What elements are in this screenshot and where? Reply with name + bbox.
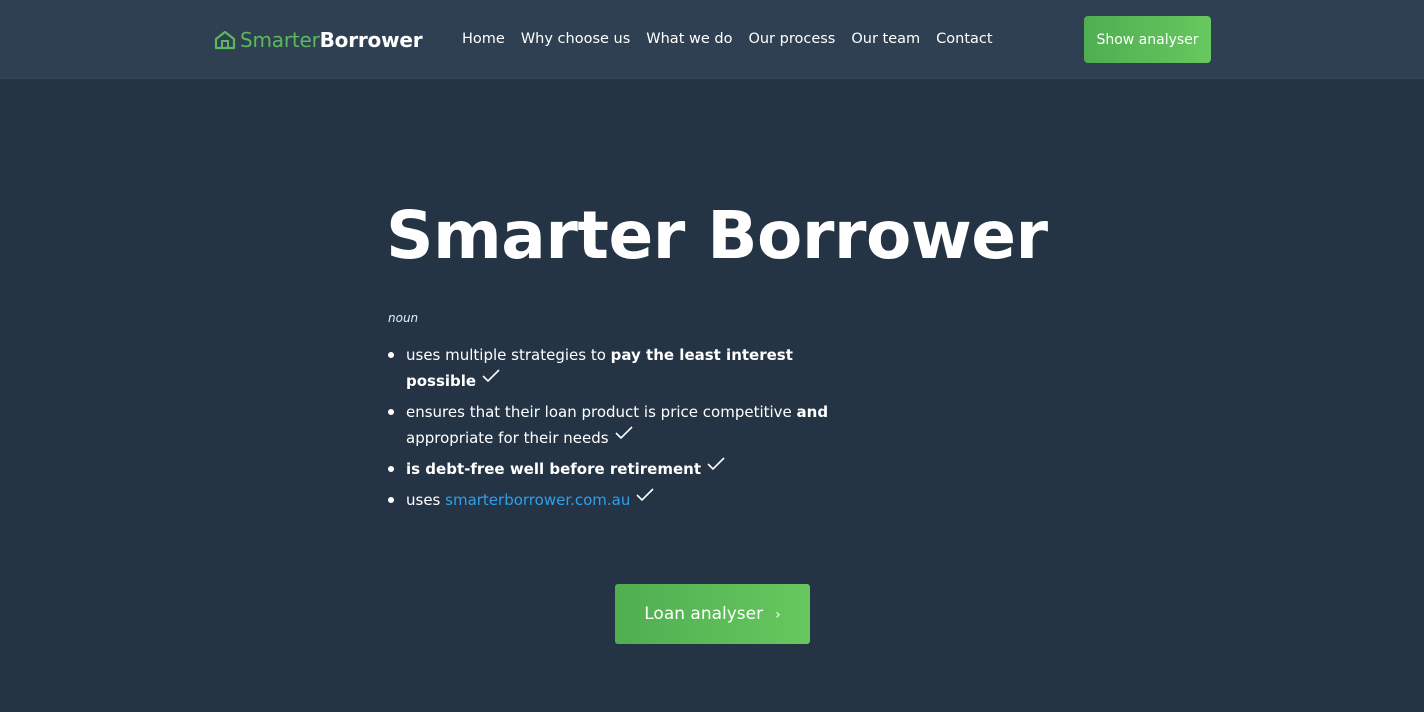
- item-text: uses multiple strategies to: [406, 346, 611, 364]
- item-text: uses: [406, 491, 446, 509]
- nav-our-team[interactable]: Our team: [851, 31, 920, 47]
- item-text-post: appropriate for their needs: [406, 429, 609, 447]
- check-icon: [707, 453, 725, 479]
- item-bold: and: [796, 403, 829, 421]
- nav-what-we-do[interactable]: What we do: [646, 31, 732, 47]
- loan-analyser-label: Loan analyser: [644, 604, 764, 624]
- check-icon: [482, 365, 500, 391]
- nav-home[interactable]: Home: [462, 31, 505, 47]
- hero-title: Smarter Borrower: [386, 197, 1048, 274]
- word-class-label: noun: [388, 311, 419, 325]
- item-bold: is debt-free well before retirement: [406, 460, 702, 478]
- check-icon: [615, 422, 633, 448]
- list-item: ensures that their loan product is price…: [388, 399, 868, 451]
- item-text: ensures that their loan product is price…: [406, 403, 797, 421]
- nav-why-choose-us[interactable]: Why choose us: [521, 31, 630, 47]
- loan-analyser-button[interactable]: Loan analyser ›: [615, 584, 810, 644]
- logo-word-borrower: Borrower: [319, 28, 423, 52]
- show-analyser-button[interactable]: Show analyser: [1084, 16, 1211, 63]
- logo[interactable]: Smarter Borrower: [214, 28, 423, 52]
- logo-word-smarter: Smarter: [240, 28, 320, 52]
- list-item: uses smarterborrower.com.au: [388, 487, 868, 513]
- nav-contact[interactable]: Contact: [936, 31, 992, 47]
- definition-list: uses multiple strategies to pay the leas…: [388, 342, 868, 518]
- nav-our-process[interactable]: Our process: [748, 31, 835, 47]
- check-icon: [636, 484, 654, 510]
- site-link[interactable]: smarterborrower.com.au: [445, 491, 630, 509]
- list-item: is debt-free well before retirement: [388, 456, 868, 482]
- navbar: Smarter Borrower Home Why choose us What…: [0, 0, 1424, 79]
- list-item: uses multiple strategies to pay the leas…: [388, 342, 868, 394]
- main-nav: Home Why choose us What we do Our proces…: [462, 31, 993, 47]
- house-icon: [214, 30, 236, 50]
- chevron-right-icon: ›: [775, 606, 781, 623]
